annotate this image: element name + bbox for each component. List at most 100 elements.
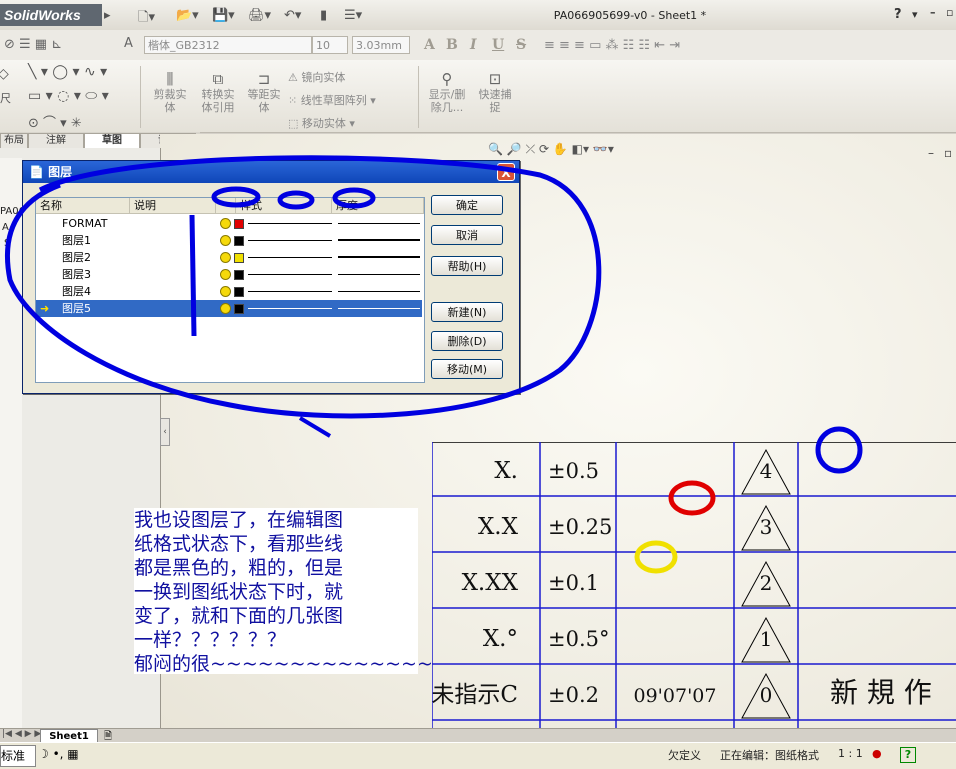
pane-minimize-icon[interactable]: – xyxy=(928,146,934,160)
column-header-visibility[interactable] xyxy=(216,198,236,214)
column-header-name[interactable]: 名称 xyxy=(36,198,130,214)
layer-thickness-line[interactable] xyxy=(338,274,420,275)
rectangle-tool-icon[interactable]: ▭ ▾ ◌ ▾ ⬭ ▾ xyxy=(28,88,109,104)
move-layer-button[interactable]: 移动(M) xyxy=(431,359,503,379)
visibility-bulb-icon[interactable] xyxy=(220,235,231,246)
save-icon[interactable]: 💾▾ xyxy=(212,8,235,23)
undo-icon[interactable]: ↶▾ xyxy=(284,8,301,23)
rebuild-icon[interactable]: ▮ xyxy=(320,8,327,23)
close-icon[interactable]: X xyxy=(497,163,515,181)
convert-entities-tool[interactable]: ⧉ 转换实 体引用 xyxy=(196,70,240,114)
restore-icon[interactable]: ▫ xyxy=(946,6,953,19)
text-style-icon[interactable]: A xyxy=(124,36,133,51)
help-status-icon[interactable]: ? xyxy=(900,747,916,763)
strikethrough-button[interactable]: S xyxy=(516,37,526,53)
layer-color-swatch[interactable] xyxy=(234,236,244,246)
help-button[interactable]: 帮助(H) xyxy=(431,256,503,276)
layer-list[interactable]: 名称 说明 样式 厚度 FORMAT 图层1 图层2 图层3 图层4 ➜ 图层5 xyxy=(35,197,425,383)
tree-item-sheet[interactable]: S xyxy=(4,238,10,249)
layer-thickness-line[interactable] xyxy=(338,291,420,292)
display-relations-tool[interactable]: ⚲ 显示/删 除几... xyxy=(424,70,470,114)
move-entities[interactable]: ⬚ 移动实体 ▾ xyxy=(288,112,418,135)
offset-entities-tool[interactable]: ⊐ 等距实 体 xyxy=(244,70,284,114)
layer-style-line[interactable] xyxy=(248,223,332,224)
layer-tools-icon[interactable]: ⊘ ☰ ▦ ⊾ xyxy=(4,37,62,52)
layer-style-line[interactable] xyxy=(248,274,332,275)
font-name-select[interactable]: 楷体_GB2312 xyxy=(144,36,312,54)
visibility-bulb-icon[interactable] xyxy=(220,218,231,229)
view-toolbar[interactable]: 🔍 🔎 ⤫ ⟳ ✋ ◧▾ 👓▾ xyxy=(488,142,614,157)
sheet-nav-icon[interactable]: |◀ ◀ ▶ ▶| xyxy=(2,729,44,739)
pan-icon[interactable]: ✋ xyxy=(553,142,568,156)
layer-thickness-line[interactable] xyxy=(338,256,420,258)
hide-show-icon[interactable]: 👓▾ xyxy=(593,142,614,156)
pane-restore-icon[interactable]: ▫ xyxy=(944,146,952,160)
polygon-tool-icon[interactable]: ⊙ ⌒ ▾ ✳ xyxy=(28,112,82,131)
visibility-bulb-icon[interactable] xyxy=(220,303,231,314)
trim-tool[interactable]: ⫼ 剪裁实 体 xyxy=(150,70,190,114)
layer-row[interactable]: ➜ 图层5 xyxy=(36,300,422,317)
help-menu-icon[interactable]: ? xyxy=(894,7,902,22)
column-header-thickness[interactable]: 厚度 xyxy=(332,198,424,214)
tree-item-annotations[interactable]: A xyxy=(2,222,9,233)
zoom-area-icon[interactable]: 🔎 xyxy=(507,142,522,156)
italic-button[interactable]: I xyxy=(470,37,477,53)
layer-thickness-line[interactable] xyxy=(338,308,420,309)
new-layer-button[interactable]: 新建(N) xyxy=(431,302,503,322)
dropdown-icon[interactable]: ▾ xyxy=(912,8,918,21)
layer-style-line[interactable] xyxy=(248,240,332,241)
layer-style-line[interactable] xyxy=(248,308,332,309)
font-button[interactable]: A xyxy=(424,37,435,53)
tab-sketch[interactable]: 草图 xyxy=(84,133,140,149)
visibility-bulb-icon[interactable] xyxy=(220,286,231,297)
layer-style-line[interactable] xyxy=(248,257,332,258)
app-logo[interactable]: SolidWorks xyxy=(0,4,102,26)
new-file-icon[interactable]: 🗋▾ xyxy=(138,8,155,30)
ime-icon[interactable]: ☽ •, ▦ xyxy=(38,747,79,761)
underline-button[interactable]: U xyxy=(492,37,504,53)
smart-dimension-icon[interactable]: ◇ xyxy=(0,66,9,82)
menu-arrow-icon[interactable]: ▸ xyxy=(104,8,111,23)
delete-layer-button[interactable]: 删除(D) xyxy=(431,331,503,351)
column-header-style[interactable]: 样式 xyxy=(236,198,332,214)
layer-thickness-line[interactable] xyxy=(338,223,420,224)
rotate-icon[interactable]: ⟳ xyxy=(539,142,549,156)
ok-button[interactable]: 确定 xyxy=(431,195,503,215)
quick-snaps-tool[interactable]: ⊡ 快速捕 捉 xyxy=(474,70,516,114)
visibility-bulb-icon[interactable] xyxy=(220,269,231,280)
cancel-button[interactable]: 取消 xyxy=(431,225,503,245)
layer-row[interactable]: 图层2 xyxy=(36,249,422,266)
column-header-description[interactable]: 说明 xyxy=(130,198,216,214)
layer-style-line[interactable] xyxy=(248,291,332,292)
layer-color-swatch[interactable] xyxy=(234,270,244,280)
panel-collapse-handle[interactable]: ‹ xyxy=(160,418,170,446)
rebuild-status-icon[interactable]: ● xyxy=(872,747,882,760)
options-icon[interactable]: ☰▾ xyxy=(344,8,362,23)
layer-color-swatch[interactable] xyxy=(234,219,244,229)
layer-row[interactable]: 图层1 xyxy=(36,232,422,249)
layer-row[interactable]: 图层3 xyxy=(36,266,422,283)
visibility-bulb-icon[interactable] xyxy=(220,252,231,263)
align-icon[interactable]: ≡ ≡ ≡ ▭ ⁂ ☷ ☷ ⇤ ⇥ xyxy=(544,38,680,53)
layer-row[interactable]: FORMAT xyxy=(36,215,422,232)
mirror-entities[interactable]: ⚠ 镜向实体 xyxy=(288,66,418,89)
display-style-icon[interactable]: ◧▾ xyxy=(572,142,589,156)
font-size-select[interactable]: 10 xyxy=(312,36,348,54)
layer-row[interactable]: 图层4 xyxy=(36,283,422,300)
print-icon[interactable]: 🖨▾ xyxy=(248,8,271,23)
tab-layout[interactable]: 布局 xyxy=(0,133,28,149)
open-file-icon[interactable]: 📂▾ xyxy=(176,8,199,23)
select-icon[interactable]: ⤫ xyxy=(526,142,536,156)
text-height-field[interactable]: 3.03mm xyxy=(352,36,410,54)
layer-thickness-line[interactable] xyxy=(338,239,420,241)
bold-button[interactable]: B xyxy=(446,37,458,53)
dialog-title-bar[interactable]: 📄 图层 xyxy=(23,161,519,183)
line-tool-icon[interactable]: ╲ ▾ ◯ ▾ ∿ ▾ xyxy=(28,64,107,80)
tab-annotation[interactable]: 注解 xyxy=(28,133,84,149)
layer-color-swatch[interactable] xyxy=(234,253,244,263)
layer-color-swatch[interactable] xyxy=(234,287,244,297)
minimize-icon[interactable]: – xyxy=(930,6,936,19)
zoom-fit-icon[interactable]: 🔍 xyxy=(488,142,503,156)
scale-status[interactable]: 1 : 1 xyxy=(838,747,863,760)
linear-pattern[interactable]: ⁙ 线性草图阵列 ▾ xyxy=(288,89,418,112)
